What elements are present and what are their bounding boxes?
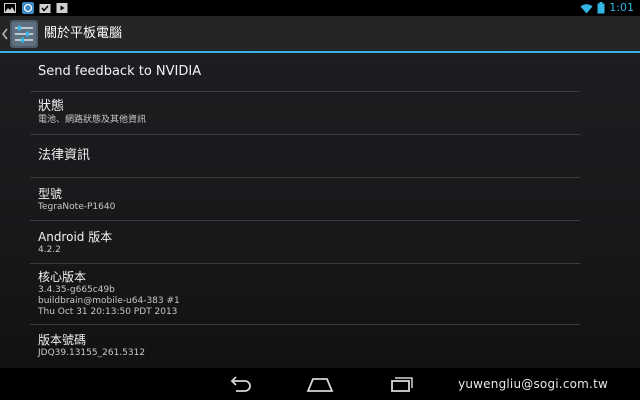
list-item-title: 核心版本 [38,270,87,284]
page-title: 關於平板電腦 [44,26,123,41]
list-item-summary-line: buildbrain@mobile-u64-383 #1 [38,296,180,306]
recent-apps-icon[interactable] [386,374,416,394]
list-item-title: Send feedback to NVIDIA [38,64,202,79]
home-icon[interactable] [305,374,335,394]
list-item-model[interactable]: 型號 TegraNote-P1640 [30,178,580,221]
list-item-title: 狀態 [38,99,65,114]
list-item-title: Android 版本 [38,230,113,244]
status-bar: 1:01 [0,0,640,16]
navigation-bar: yuwengliu@sogi.com.tw [0,368,640,400]
list-item-summary-line: 3.4.35-g665c49b [38,285,115,295]
clock: 1:01 [609,1,634,14]
list-item-title: 版本號碼 [38,333,87,347]
browser-icon [22,2,34,14]
list-item-status[interactable]: 狀態 電池、網路狀態及其他資訊 [30,92,580,135]
battery-icon [597,2,605,14]
list-item-summary: JDQ39.13155_261.5312 [38,348,146,358]
list-item-summary: 電池、網路狀態及其他資訊 [38,115,147,125]
list-item-summary-line: Thu Oct 31 20:13:50 PDT 2013 [38,307,178,317]
list-item-summary: TegraNote-P1640 [38,202,116,212]
list-item-build-number[interactable]: 版本號碼 JDQ39.13155_261.5312 [30,325,580,367]
settings-sliders-icon[interactable] [9,19,39,49]
list-item-legal-info[interactable]: 法律資訊 [30,135,580,178]
list-item-send-feedback[interactable]: Send feedback to NVIDIA [30,53,580,92]
list-item-title: 法律資訊 [38,148,91,163]
list-item-android-version[interactable]: Android 版本 4.2.2 [30,221,580,264]
about-tablet-list: Send feedback to NVIDIA 狀態 電池、網路狀態及其他資訊 … [30,53,580,367]
watermark: yuwengliu@sogi.com.tw [458,377,608,391]
gallery-icon [4,3,16,13]
list-item-title: 型號 [38,187,63,201]
status-indicators: 1:01 [580,0,634,16]
download-icon [39,4,51,13]
wifi-icon [580,3,593,13]
action-bar: 關於平板電腦 [0,16,640,52]
up-caret-icon[interactable] [1,26,9,42]
list-item-summary: 4.2.2 [38,245,61,255]
media-icon [56,3,68,13]
list-item-kernel-version[interactable]: 核心版本 3.4.35-g665c49b buildbrain@mobile-u… [30,264,580,325]
back-icon[interactable] [224,374,254,394]
screen: 1:01 關於平板電腦 Send feedback to NVIDIA 狀態 電… [0,0,640,400]
